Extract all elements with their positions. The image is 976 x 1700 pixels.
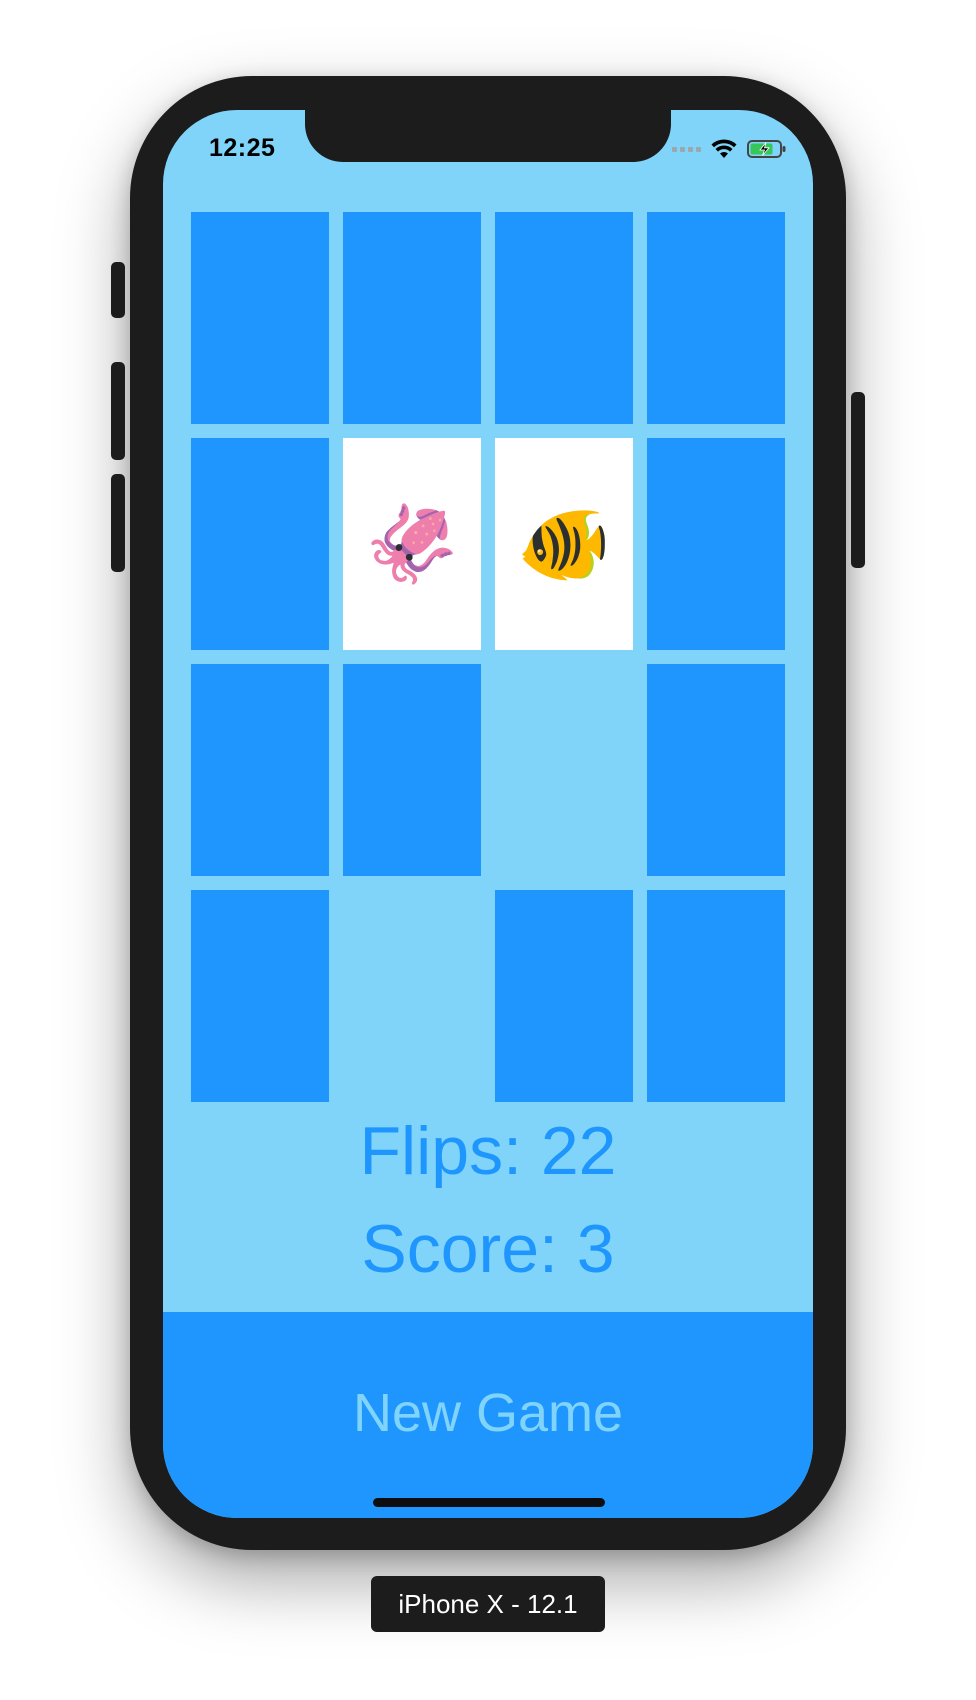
phone-screen: 12:25 🦑 🐠 Flips: 22 Score: 3 New Game: [163, 110, 813, 1518]
card-emoji: 🐠: [516, 502, 612, 587]
card-matched: [343, 890, 481, 1102]
card-face-down[interactable]: [191, 438, 329, 650]
card-face-down[interactable]: [647, 212, 785, 424]
card-grid: 🦑 🐠: [191, 212, 785, 1104]
card-emoji: 🦑: [364, 502, 460, 587]
card-face-down[interactable]: [191, 664, 329, 876]
wifi-icon: [711, 139, 737, 158]
flips-label: Flips: 22: [359, 1113, 617, 1189]
silent-switch: [111, 262, 125, 318]
new-game-button[interactable]: New Game: [163, 1312, 813, 1518]
score-label: Score: 3: [361, 1211, 615, 1287]
status-time: 12:25: [209, 134, 276, 162]
volume-up-button: [111, 362, 125, 460]
status-icons: [672, 137, 787, 161]
card-face-down[interactable]: [495, 212, 633, 424]
power-button: [851, 392, 865, 568]
card-face-down[interactable]: [191, 890, 329, 1102]
card-face-down[interactable]: [647, 664, 785, 876]
card-face-up[interactable]: 🦑: [343, 438, 481, 650]
volume-down-button: [111, 474, 125, 572]
new-game-label: New Game: [352, 1383, 624, 1443]
device-label: iPhone X - 12.1: [371, 1576, 605, 1632]
card-face-down[interactable]: [647, 890, 785, 1102]
simulator-window: 12:25 🦑 🐠 Flips: 22 Score: 3 New Game iP…: [0, 0, 976, 1700]
card-face-down[interactable]: [191, 212, 329, 424]
card-face-down[interactable]: [343, 664, 481, 876]
card-matched: [495, 664, 633, 876]
notch: [305, 110, 671, 162]
card-face-down[interactable]: [647, 438, 785, 650]
cellular-signal-icon: [672, 146, 701, 152]
battery-charging-icon: [747, 140, 786, 158]
card-face-down[interactable]: [343, 212, 481, 424]
card-face-down[interactable]: [495, 890, 633, 1102]
home-indicator[interactable]: [373, 1498, 605, 1507]
card-face-up[interactable]: 🐠: [495, 438, 633, 650]
